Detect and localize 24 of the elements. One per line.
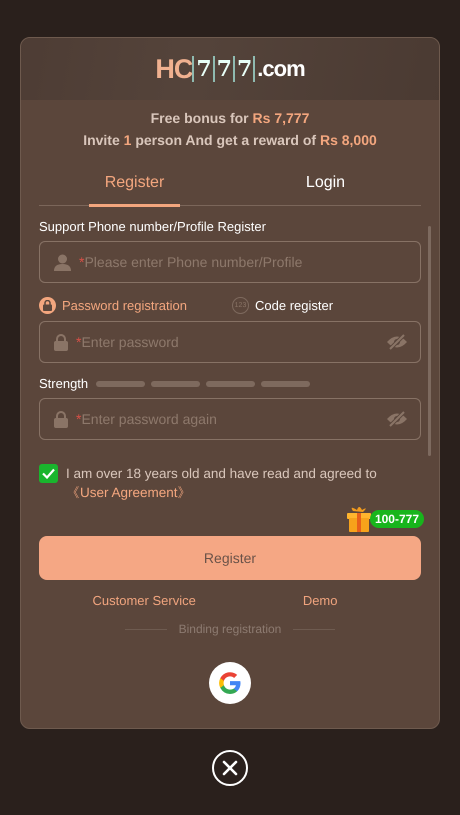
lock-icon [54, 410, 68, 428]
footer-link[interactable]: Demo [302, 593, 338, 608]
checkbox[interactable] [39, 464, 58, 483]
register-button[interactable]: Register [39, 536, 421, 580]
close-icon [222, 760, 238, 776]
close-button[interactable] [212, 750, 248, 786]
logo: HC 7 7 7 .com [155, 54, 305, 84]
tab[interactable]: Register [88, 166, 180, 207]
mode-option[interactable]: Password registration [39, 297, 187, 314]
gift-icon [344, 505, 373, 533]
bonus-badge: 100-777 [370, 510, 424, 528]
bonus-text: Free bonus for Rs 7,777 [150, 110, 310, 126]
footer-link[interactable]: Customer Service [92, 593, 196, 608]
google-button[interactable] [209, 662, 251, 704]
lock-icon [54, 334, 68, 350]
lock-icon [39, 297, 56, 314]
bonus-text: Invite 1 person And get a reward of Rs 8,000 [83, 132, 377, 148]
field-label: Support Phone number/Profile Register [39, 219, 267, 234]
strength-label: Strength [39, 376, 88, 391]
agreement-text: I am over 18 years old and have read and agreed to 《User Agreement》 [66, 465, 378, 502]
user-agreement-link[interactable]: 《User Agreement》 [66, 485, 192, 500]
user-icon [54, 254, 71, 270]
google-icon [217, 670, 243, 696]
tab[interactable]: Login [290, 166, 362, 207]
